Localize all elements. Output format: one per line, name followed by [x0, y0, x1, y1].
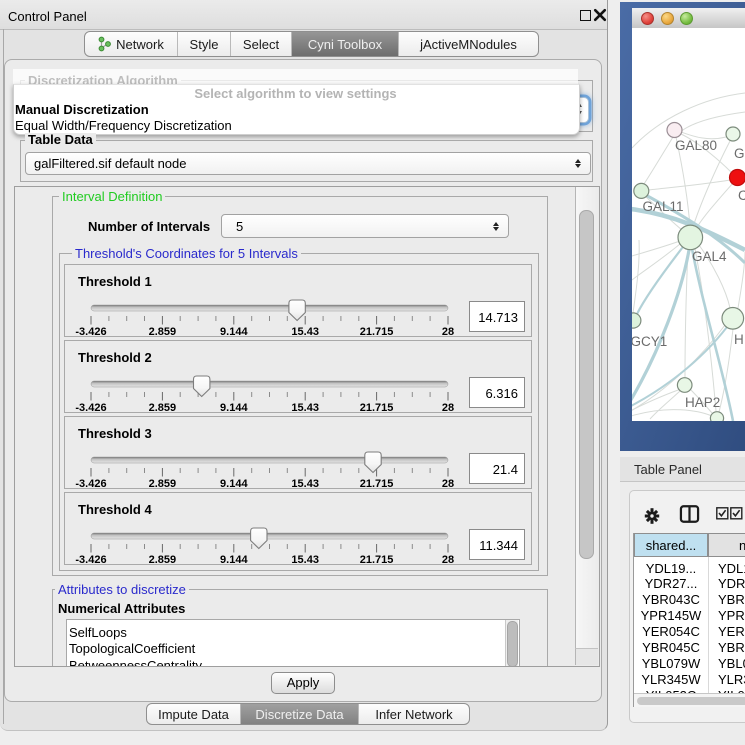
- svg-text:28: 28: [442, 478, 454, 488]
- svg-text:2.859: 2.859: [149, 326, 177, 336]
- svg-text:21.715: 21.715: [360, 478, 394, 488]
- svg-text:-3.426: -3.426: [75, 326, 106, 336]
- svg-text:15.43: 15.43: [291, 478, 319, 488]
- svg-text:-3.426: -3.426: [75, 478, 106, 488]
- svg-text:9.144: 9.144: [220, 326, 248, 336]
- svg-text:28: 28: [442, 554, 454, 564]
- svg-text:H: H: [734, 332, 744, 347]
- svg-text:15.43: 15.43: [291, 402, 319, 412]
- svg-text:GAL11: GAL11: [643, 199, 684, 214]
- svg-text:-3.426: -3.426: [75, 554, 106, 564]
- svg-text:GAL80: GAL80: [675, 138, 717, 153]
- svg-text:28: 28: [442, 402, 454, 412]
- svg-text:21.715: 21.715: [360, 326, 394, 336]
- svg-text:15.43: 15.43: [291, 326, 319, 336]
- svg-text:9.144: 9.144: [220, 554, 248, 564]
- svg-text:2.859: 2.859: [149, 478, 177, 488]
- svg-text:C: C: [738, 188, 745, 203]
- svg-text:9.144: 9.144: [220, 402, 248, 412]
- svg-text:2.859: 2.859: [149, 402, 177, 412]
- svg-text:2.859: 2.859: [149, 554, 177, 564]
- svg-text:GCY1: GCY1: [632, 334, 667, 349]
- svg-text:GAL4: GAL4: [692, 249, 727, 264]
- svg-text:15.43: 15.43: [291, 554, 319, 564]
- svg-text:HAP2: HAP2: [685, 395, 720, 410]
- svg-text:21.715: 21.715: [360, 402, 394, 412]
- svg-text:-3.426: -3.426: [75, 402, 106, 412]
- svg-text:G.: G.: [734, 146, 745, 161]
- svg-text:28: 28: [442, 326, 454, 336]
- svg-text:21.715: 21.715: [360, 554, 394, 564]
- svg-text:9.144: 9.144: [220, 478, 248, 488]
